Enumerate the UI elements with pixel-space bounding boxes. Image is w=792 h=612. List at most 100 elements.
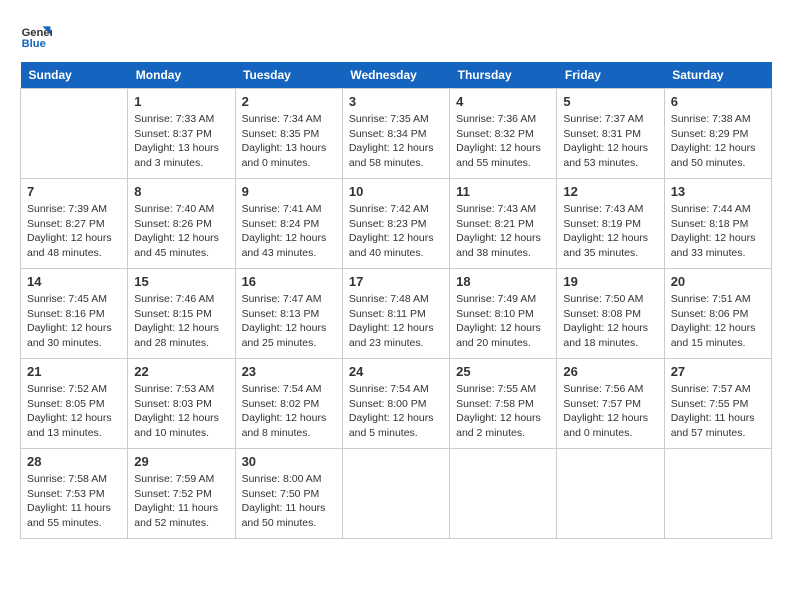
daylight: Daylight: 11 hours and 55 minutes. — [27, 502, 111, 529]
daylight: Daylight: 12 hours and 53 minutes. — [563, 142, 648, 169]
daylight: Daylight: 12 hours and 40 minutes. — [349, 232, 434, 259]
day-info: Sunrise: 7:46 AMSunset: 8:15 PMDaylight:… — [134, 292, 228, 351]
sunrise: Sunrise: 7:50 AM — [563, 293, 643, 305]
calendar-cell: 18Sunrise: 7:49 AMSunset: 8:10 PMDayligh… — [450, 269, 557, 359]
sunset: Sunset: 8:13 PM — [242, 308, 320, 320]
sunrise: Sunrise: 7:47 AM — [242, 293, 322, 305]
day-info: Sunrise: 7:43 AMSunset: 8:19 PMDaylight:… — [563, 202, 657, 261]
daylight: Daylight: 13 hours and 3 minutes. — [134, 142, 219, 169]
day-info: Sunrise: 7:54 AM Sunset: 8:00 PM Daylight:… — [349, 382, 443, 441]
sunset: Sunset: 8:35 PM — [242, 128, 320, 140]
calendar-cell: 17 Sunrise: 7:48 AMSunset: 8:11 PMDayligh… — [342, 269, 449, 359]
day-number: 12 — [563, 184, 657, 199]
sunrise: Sunrise: 7:45 AM — [27, 293, 107, 305]
sunset: Sunset: 8:37 PM — [134, 128, 212, 140]
calendar-cell: 24Sunrise: 7:54 AMSunset: 8:00 PMDayligh… — [342, 359, 449, 449]
day-number: 2 — [242, 94, 336, 109]
sunrise: Sunrise: 7:56 AM — [563, 383, 643, 395]
calendar-cell — [557, 449, 664, 539]
daylight: Daylight: 12 hours and 30 minutes. — [27, 322, 112, 349]
sunrise: Sunrise: 7:53 AM — [134, 383, 214, 395]
sunrise: Sunrise: 7:44 AM — [671, 203, 751, 215]
calendar-cell: 30Sunrise: 8:00 AMSunset: 7:50 PMDayligh… — [235, 449, 342, 539]
calendar-cell: 19Sunrise: 7:50 AMSunset: 8:08 PMDayligh… — [557, 269, 664, 359]
calendar-table: Sunday Monday Tuesday Wednesday Thursday… — [20, 62, 772, 539]
sunset: Sunset: 8:23 PM — [349, 218, 427, 230]
calendar-cell: 10Sunrise: 7:42 AMSunset: 8:23 PMDayligh… — [342, 179, 449, 269]
sunset: Sunset: 8:11 PM — [349, 308, 426, 320]
sunrise: Sunrise: 7:37 AM — [563, 113, 643, 125]
calendar-cell — [664, 449, 771, 539]
day-number: 27 — [671, 364, 765, 379]
day-info: Sunrise: 7:52 AMSunset: 8:05 PMDaylight:… — [27, 382, 121, 441]
svg-text:Blue: Blue — [22, 38, 46, 50]
sunset: Sunset: 8:10 PM — [456, 308, 534, 320]
daylight: Daylight: 12 hours and 25 minutes. — [242, 322, 327, 349]
day-number: 13 — [671, 184, 765, 199]
day-number: 5 — [563, 94, 657, 109]
day-info: Sunrise: 7:35 AMSunset: 8:34 PMDaylight:… — [349, 112, 443, 171]
day-info: Sunrise: 7:48 AMSunset: 8:11 PMDaylight:… — [349, 292, 443, 351]
day-number: 19 — [563, 274, 657, 289]
day-info: Sunrise: 7:53 AMSunset: 8:03 PMDaylight:… — [134, 382, 228, 441]
daylight: Daylight: 12 hours and 43 minutes. — [242, 232, 327, 259]
daylight: Daylight: 12 hours and 35 minutes. — [563, 232, 648, 259]
sunset: Sunset: 8:18 PM — [671, 218, 749, 230]
calendar-cell — [450, 449, 557, 539]
sunrise: Sunrise: 7:41 AM — [242, 203, 322, 215]
daylight: Daylight: 12 hours and 58 minutes. — [349, 142, 434, 169]
day-info: Sunrise: 7:36 AMSunset: 8:32 PMDaylight:… — [456, 112, 550, 171]
sunrise: Sunrise: 7:51 AM — [671, 293, 751, 305]
calendar-cell: 5Sunrise: 7:37 AMSunset: 8:31 PMDaylight… — [557, 89, 664, 179]
day-info: Sunrise: 7:47 AM Sunset: 8:13 PM Daylight:… — [242, 292, 336, 351]
sunrise: Sunrise: 7:52 AM — [27, 383, 107, 395]
sunrise: Sunrise: 7:43 AM — [563, 203, 643, 215]
day-number: 7 — [27, 184, 121, 199]
day-number: 30 — [242, 454, 336, 469]
day-number: 22 — [134, 364, 228, 379]
day-info: Sunrise: 7:56 AMSunset: 7:57 PMDaylight:… — [563, 382, 657, 441]
header-tuesday: Tuesday — [235, 62, 342, 89]
calendar-cell: 22 Sunrise: 7:53 AMSunset: 8:03 PMDayligh… — [128, 359, 235, 449]
calendar-cell: 28Sunrise: 7:58 AMSunset: 7:53 PMDayligh… — [21, 449, 128, 539]
day-number: 16 — [242, 274, 336, 289]
day-number: 1 — [134, 94, 228, 109]
day-number: 15 — [134, 274, 228, 289]
daylight: Daylight: 12 hours and 15 minutes. — [671, 322, 756, 349]
sunrise: Sunrise: 7:42 AM — [349, 203, 429, 215]
day-info: Sunrise: 7:43 AMSunset: 8:21 PMDaylight:… — [456, 202, 550, 261]
sunrise: Sunrise: 7:54 AM — [349, 383, 429, 395]
daylight: Daylight: 12 hours and 48 minutes. — [27, 232, 112, 259]
calendar-cell: 9Sunrise: 7:41 AMSunset: 8:24 PMDaylight… — [235, 179, 342, 269]
daylight: Daylight: 12 hours and 2 minutes. — [456, 412, 541, 439]
calendar-cell: 12 Sunrise: 7:43 AMSunset: 8:19 PMDayligh… — [557, 179, 664, 269]
sunrise: Sunrise: 7:35 AM — [349, 113, 429, 125]
calendar-cell: 29Sunrise: 7:59 AMSunset: 7:52 PMDayligh… — [128, 449, 235, 539]
day-number: 17 — [349, 274, 443, 289]
calendar-cell: 26Sunrise: 7:56 AMSunset: 7:57 PMDayligh… — [557, 359, 664, 449]
sunset: Sunset: 8:21 PM — [456, 218, 534, 230]
day-number: 29 — [134, 454, 228, 469]
header-friday: Friday — [557, 62, 664, 89]
calendar-cell: 16 Sunrise: 7:47 AM Sunset: 8:13 PM Dayligh… — [235, 269, 342, 359]
day-number: 21 — [27, 364, 121, 379]
page-header: General Blue — [20, 20, 772, 52]
calendar-cell: 4 Sunrise: 7:36 AMSunset: 8:32 PMDaylight… — [450, 89, 557, 179]
day-number: 4 — [456, 94, 550, 109]
sunrise: Sunrise: 7:58 AM — [27, 473, 107, 485]
sunrise: Sunrise: 7:46 AM — [134, 293, 214, 305]
sunset: Sunset: 8:00 PM — [349, 398, 427, 410]
sunrise: Sunrise: 7:36 AM — [456, 113, 536, 125]
daylight: Daylight: 13 hours and 0 minutes. — [242, 142, 327, 169]
daylight: Daylight: 12 hours and 28 minutes. — [134, 322, 219, 349]
week-row-2: 7Sunrise: 7:39 AMSunset: 8:27 PMDaylight… — [21, 179, 772, 269]
sunset: Sunset: 7:50 PM — [242, 488, 320, 500]
daylight: Daylight: 12 hours and 33 minutes. — [671, 232, 756, 259]
day-number: 28 — [27, 454, 121, 469]
calendar-cell: 8Sunrise: 7:40 AMSunset: 8:26 PMDaylight… — [128, 179, 235, 269]
daylight: Daylight: 12 hours and 0 minutes. — [563, 412, 648, 439]
daylight: Daylight: 12 hours and 45 minutes. — [134, 232, 219, 259]
logo: General Blue — [20, 20, 52, 52]
daylight: Daylight: 12 hours and 5 minutes. — [349, 412, 434, 439]
header-thursday: Thursday — [450, 62, 557, 89]
